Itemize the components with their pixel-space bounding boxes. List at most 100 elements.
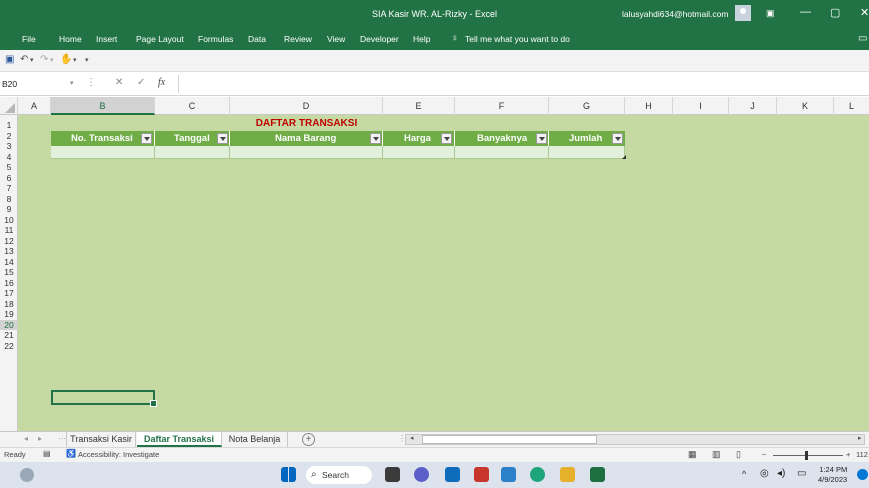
scroll-right-icon[interactable]: ▸ [858,434,862,442]
tab-file[interactable]: File [22,34,36,44]
normal-view-icon[interactable]: ▦ [688,449,697,460]
filter-dropdown-icon[interactable] [612,133,623,144]
column-header-selected[interactable]: B [51,97,155,115]
name-box-dropdown-icon[interactable]: ▾ [70,79,74,87]
filter-dropdown-icon[interactable] [217,133,228,144]
file-explorer-icon[interactable] [560,467,575,482]
zoom-slider[interactable] [773,455,843,456]
tab-review[interactable]: Review [284,34,312,44]
filter-dropdown-icon[interactable] [441,133,452,144]
touch-dropdown-icon[interactable]: ▾ [73,56,77,64]
store-icon[interactable] [474,467,489,482]
row-header[interactable]: 2 [0,131,18,142]
scrollbar-thumb[interactable] [422,435,597,444]
column-header[interactable]: J [729,97,777,115]
next-sheet-icon[interactable]: ▸ [38,434,42,443]
touch-mode-icon[interactable]: ✋ [60,54,72,65]
sheet-tab-nota-belanja[interactable]: Nota Belanja [222,432,288,447]
cancel-icon[interactable]: ✕ [115,77,123,88]
undo-dropdown-icon[interactable]: ▾ [30,56,34,64]
column-header[interactable]: A [18,97,51,115]
name-box[interactable]: B20 [0,76,50,92]
formula-input[interactable] [178,75,868,93]
column-header[interactable]: L [834,97,869,115]
filter-dropdown-icon[interactable] [536,133,547,144]
row-header[interactable]: 8 [0,194,18,205]
mail-icon[interactable] [445,467,460,482]
enter-icon[interactable]: ✓ [137,77,145,88]
row-header[interactable]: 13 [0,246,18,257]
show-hidden-icons[interactable]: ^ [742,469,746,479]
table-cell[interactable] [51,146,155,159]
macro-record-icon[interactable]: ▤ [43,449,51,458]
tell-me-search[interactable]: Tell me what you want to do [465,34,570,44]
insert-function-icon[interactable]: fx [158,77,165,88]
row-header[interactable]: 3 [0,141,18,152]
restore-button[interactable]: ▢ [830,6,840,19]
column-header[interactable]: I [673,97,729,115]
accessibility-status[interactable]: Accessibility: Investigate [78,450,159,459]
table-cell[interactable] [155,146,230,159]
network-icon[interactable]: ◎ [760,468,769,479]
zoom-in-icon[interactable]: + [846,450,850,459]
tab-help[interactable]: Help [413,34,430,44]
row-header[interactable]: 5 [0,162,18,173]
taskbar-search[interactable]: Search [306,466,372,484]
row-header[interactable]: 4 [0,152,18,163]
tab-data[interactable]: Data [248,34,266,44]
table-header-tanggal[interactable]: Tanggal [155,131,230,146]
redo-icon[interactable]: ↷ [40,54,48,65]
table-cell[interactable] [549,146,625,159]
redo-dropdown-icon[interactable]: ▾ [50,56,54,64]
scroll-left-icon[interactable]: ◂ [410,434,414,442]
selected-cell-b20[interactable] [51,390,157,407]
column-header[interactable]: G [549,97,625,115]
column-header[interactable]: D [230,97,383,115]
table-cell[interactable] [383,146,455,159]
row-header[interactable]: 1 [0,120,18,131]
zoom-slider-thumb[interactable] [805,451,808,460]
add-sheet-button[interactable]: + [302,433,315,446]
zoom-out-icon[interactable]: − [762,450,766,459]
tab-view[interactable]: View [327,34,345,44]
sheet-tab-daftar-transaksi[interactable]: Daftar Transaksi [137,432,222,447]
taskbar-clock[interactable]: 1:24 PM 4/9/2023 [818,465,847,485]
undo-icon[interactable]: ↶ [20,54,28,65]
row-header[interactable]: 9 [0,204,18,215]
edge-icon[interactable] [530,467,545,482]
page-layout-view-icon[interactable]: ▥ [712,449,721,460]
tab-developer[interactable]: Developer [360,34,399,44]
filter-dropdown-icon[interactable] [141,133,152,144]
table-header-harga[interactable]: Harga [383,131,455,146]
column-header[interactable]: C [155,97,230,115]
page-break-view-icon[interactable]: ▯ [736,449,741,460]
table-cell[interactable] [455,146,549,159]
notification-badge[interactable] [857,469,868,480]
start-icon[interactable] [281,467,296,482]
column-header[interactable]: E [383,97,455,115]
comments-icon[interactable]: ▭ [858,33,867,44]
table-header-nama-barang[interactable]: Nama Barang [230,131,383,146]
table-header-banyaknya[interactable]: Banyaknya [455,131,549,146]
horizontal-scrollbar[interactable]: ◂ ▸ [405,434,865,445]
excel-taskbar-icon[interactable] [590,467,605,482]
minimize-button[interactable]: — [800,6,811,18]
tab-home[interactable]: Home [59,34,82,44]
row-header[interactable]: 22 [0,341,18,352]
row-header[interactable]: 12 [0,236,18,247]
tab-page-layout[interactable]: Page Layout [136,34,184,44]
ribbon-display-icon[interactable]: ▣ [766,8,775,19]
account-email[interactable]: lalusyahdi634@hotmail.com [622,9,728,19]
weather-icon[interactable] [20,468,34,482]
row-header[interactable]: 10 [0,215,18,226]
row-header[interactable]: 7 [0,183,18,194]
row-header[interactable]: 14 [0,257,18,268]
sheet-tab-transaksi-kasir[interactable]: Transaksi Kasir [66,432,136,447]
table-header-no-transaksi[interactable]: No. Transaksi [51,131,155,146]
table-resize-handle[interactable] [622,155,626,159]
table-header-jumlah[interactable]: Jumlah [549,131,625,146]
avatar[interactable] [735,5,751,21]
row-header[interactable]: 17 [0,288,18,299]
select-all-button[interactable] [0,97,18,115]
zoom-level[interactable]: 112 [856,450,868,459]
